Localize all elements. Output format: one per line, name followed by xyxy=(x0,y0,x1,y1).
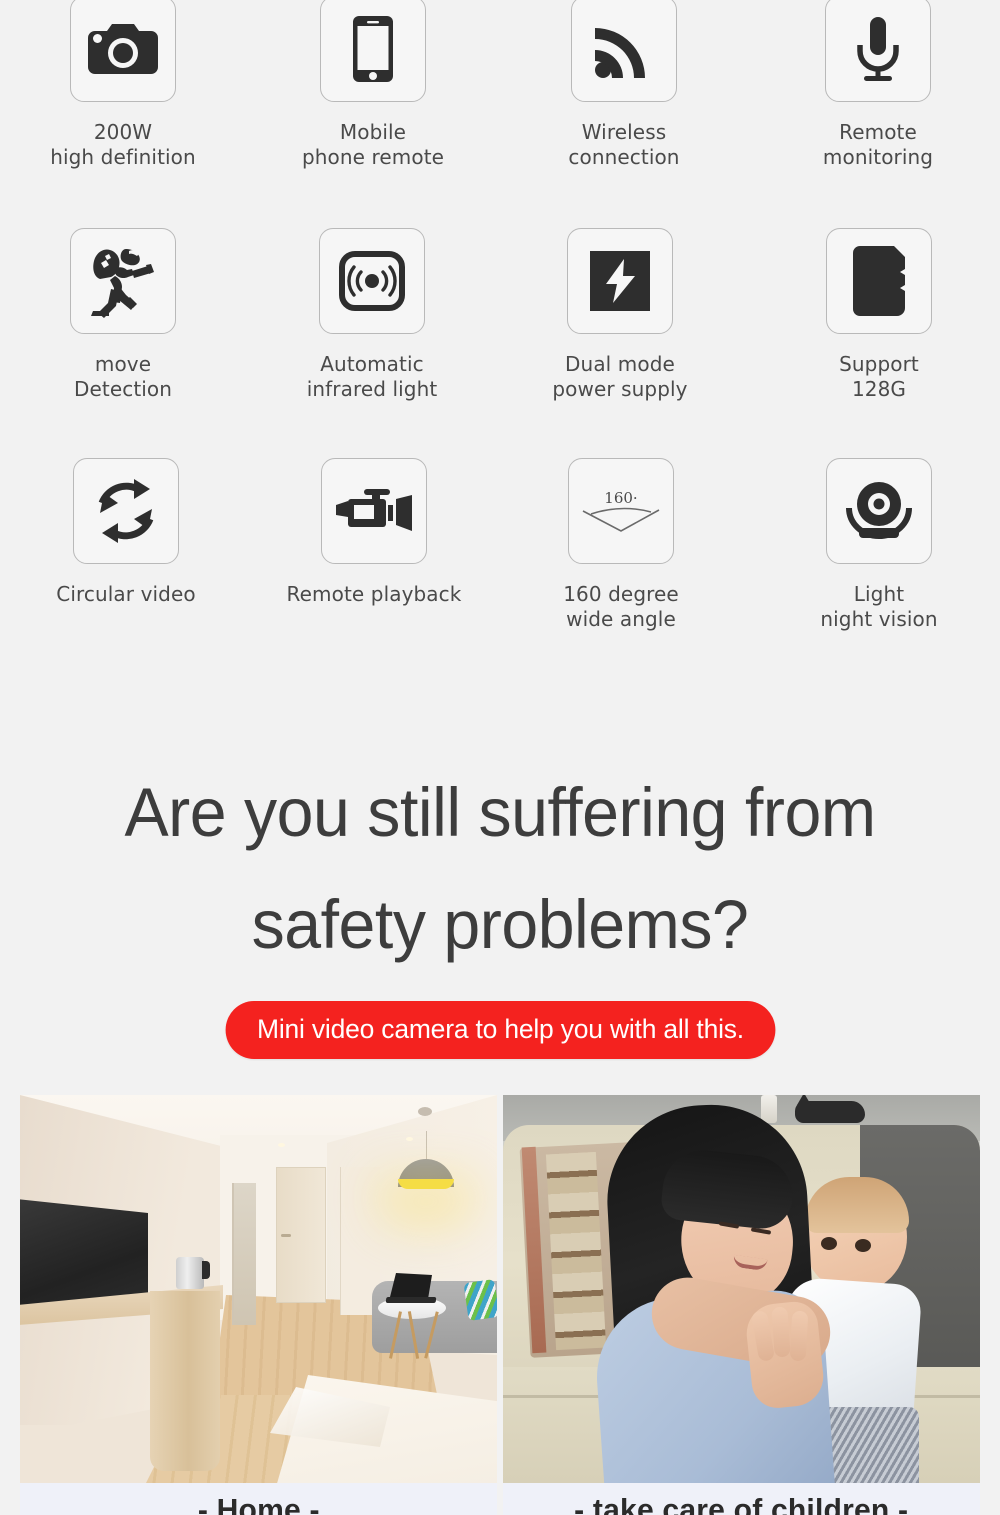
feature-label: move Detection xyxy=(73,352,173,401)
feature-label: 200W high definition xyxy=(50,120,196,169)
night-vision-camera-icon xyxy=(826,458,932,564)
wifi-signal-icon xyxy=(571,0,677,102)
feature-label: Remote playback xyxy=(286,582,462,606)
feature-item-move-detection[interactable]: move Detection xyxy=(0,220,248,450)
callout-wrapper: Mini video camera to help you with all t… xyxy=(0,1001,1000,1059)
circular-arrows-icon xyxy=(73,458,179,564)
camcorder-icon xyxy=(321,458,427,564)
feature-label: 160 degree wide angle xyxy=(563,582,679,631)
feature-item-infrared-light[interactable]: Automatic infrared light xyxy=(247,220,497,450)
burglar-icon xyxy=(70,228,176,334)
feature-item-circular-video[interactable]: Circular video xyxy=(1,450,251,685)
hotel-room-interior-photo xyxy=(20,1095,497,1483)
photo-gallery: - Home - - take care of children - xyxy=(0,1095,1000,1515)
page-title: Are you still suffering from safety prob… xyxy=(20,757,980,981)
callout-badge[interactable]: Mini video camera to help you with all t… xyxy=(225,1001,775,1059)
photo-caption-bar: - Home - xyxy=(20,1483,497,1515)
feature-item-high-definition[interactable]: 200W high definition xyxy=(0,0,248,220)
feature-item-wide-angle[interactable]: 160· 160 degree wide angle xyxy=(496,450,746,685)
photo-caption-bar: - take care of children - xyxy=(503,1483,980,1515)
feature-label: Wireless connection xyxy=(568,120,680,169)
feature-item-night-vision[interactable]: Light night vision xyxy=(754,450,1000,685)
feature-item-dual-power[interactable]: Dual mode power supply xyxy=(495,220,745,450)
feature-item-remote-monitoring[interactable]: Remote monitoring xyxy=(753,0,1000,220)
feature-label: Dual mode power supply xyxy=(552,352,688,401)
headline-line-2: safety problems? xyxy=(251,886,749,963)
feature-row: 200W high definition Mobile phone remote xyxy=(0,0,1000,220)
feature-item-wireless[interactable]: Wireless connection xyxy=(499,0,749,220)
feature-item-remote-playback[interactable]: Remote playback xyxy=(249,450,499,685)
feature-label: Automatic infrared light xyxy=(306,352,438,401)
feature-row: move Detection Automatic infrared light xyxy=(0,220,1000,450)
infrared-sensor-icon xyxy=(319,228,425,334)
wide-angle-icon: 160· xyxy=(568,458,674,564)
svg-text:160·: 160· xyxy=(604,489,637,507)
feature-grid: 200W high definition Mobile phone remote xyxy=(0,0,1000,685)
mother-holding-baby-photo xyxy=(503,1095,980,1483)
photo-caption: - Home - xyxy=(197,1492,320,1515)
feature-label: Support 128G xyxy=(839,352,919,401)
feature-item-phone-remote[interactable]: Mobile phone remote xyxy=(248,0,498,220)
feature-label: Mobile phone remote xyxy=(301,120,445,169)
feature-row: Circular video Remote playback 160· 160 … xyxy=(0,450,1000,685)
lightning-bolt-icon xyxy=(567,228,673,334)
feature-label: Light night vision xyxy=(820,582,938,631)
photo-card-home[interactable]: - Home - xyxy=(20,1095,497,1515)
mobile-phone-icon xyxy=(320,0,426,102)
photo-caption: - take care of children - xyxy=(574,1492,909,1515)
headline-block: Are you still suffering from safety prob… xyxy=(0,685,1000,981)
headline-line-1: Are you still suffering from xyxy=(124,774,876,851)
feature-item-support-128g[interactable]: Support 128G xyxy=(754,220,1000,450)
microphone-icon xyxy=(825,0,931,102)
photo-card-children[interactable]: - take care of children - xyxy=(503,1095,980,1515)
camera-icon xyxy=(70,0,176,102)
feature-label: Remote monitoring xyxy=(822,120,934,169)
feature-label: Circular video xyxy=(56,582,196,606)
memory-card-icon xyxy=(826,228,932,334)
